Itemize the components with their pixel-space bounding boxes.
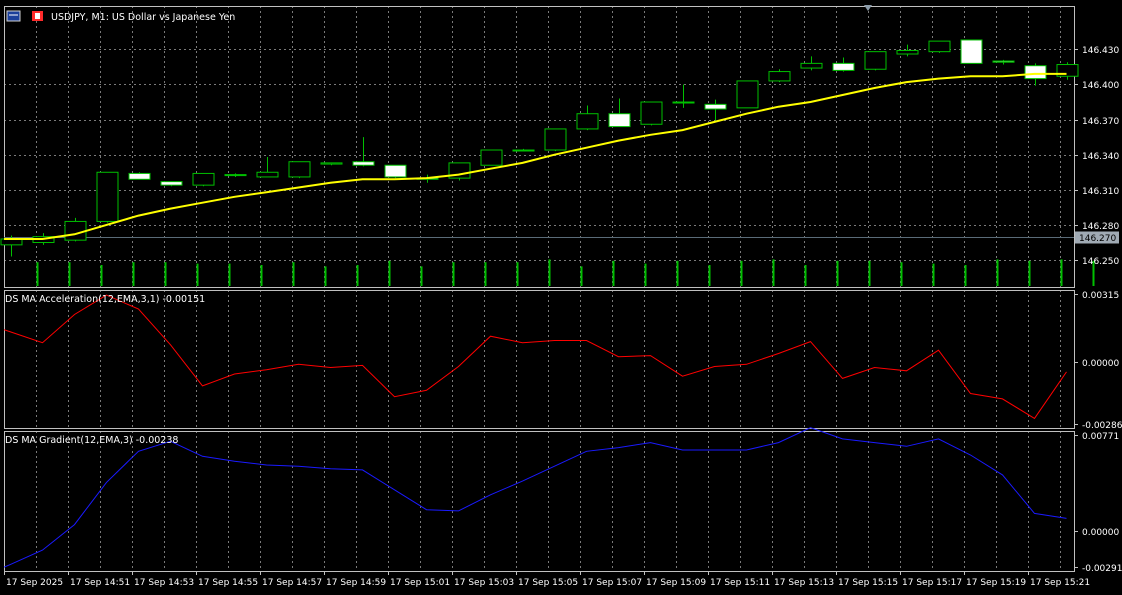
acceleration-panel-title: DS MA Acceleration(12,EMA,3,1) -0.00151: [5, 294, 205, 305]
candle-body: [385, 165, 406, 177]
candle-body: [865, 52, 886, 70]
candle-body: [65, 221, 86, 240]
time-tick-label: 17 Sep 14:53: [134, 578, 194, 588]
time-tick-label: 17 Sep 15:09: [646, 578, 706, 588]
candle-body: [289, 162, 310, 177]
candle-body: [737, 81, 758, 108]
candle-body: [97, 172, 118, 221]
candle-body: [225, 175, 246, 176]
time-tick-label: 17 Sep 14:51: [70, 578, 130, 588]
chart-window-icon: [7, 11, 20, 21]
candle-body: [897, 50, 918, 54]
candle[interactable]: [449, 163, 470, 181]
time-tick-label: 17 Sep 15:13: [774, 578, 834, 588]
candle-body: [545, 129, 566, 150]
time-tick-label: 17 Sep 15:05: [518, 578, 578, 588]
candle[interactable]: [737, 81, 758, 108]
candle-body: [161, 182, 182, 186]
acceleration-tick-label: -0.00286: [1082, 421, 1122, 431]
time-tick-label: 17 Sep 15:11: [710, 578, 770, 588]
candle-chart-icon-inner: [35, 13, 40, 19]
candle-body: [641, 102, 662, 124]
acceleration-tick-label: 0.00000: [1082, 359, 1119, 369]
time-tick-label: 17 Sep 14:57: [262, 578, 322, 588]
candle[interactable]: [641, 102, 662, 125]
time-tick-label: 17 Sep 2025: [6, 578, 63, 588]
candle-body: [801, 63, 822, 68]
time-tick-label: 17 Sep 15:17: [902, 578, 962, 588]
candle[interactable]: [545, 129, 566, 151]
candle[interactable]: [193, 173, 214, 186]
price-tick-label: 146.310: [1082, 187, 1119, 197]
current-price-label: 146.270: [1079, 234, 1116, 244]
candle[interactable]: [865, 52, 886, 71]
candle-body: [929, 41, 950, 52]
candle[interactable]: [481, 150, 502, 165]
candle[interactable]: [65, 218, 86, 241]
candle[interactable]: [129, 172, 150, 179]
candle[interactable]: [161, 182, 182, 187]
time-tick-label: 17 Sep 15:15: [838, 578, 898, 588]
chart-root[interactable]: 146.430 146.400 146.370 146.340 146.310 146.2…: [0, 0, 1122, 591]
symbol-title: USDJPY, M1: US Dollar vs Japanese Yen: [51, 12, 235, 23]
candle-body: [961, 40, 982, 63]
candle[interactable]: [385, 165, 406, 178]
candle-body: [513, 150, 534, 151]
time-tick-label: 17 Sep 15:07: [582, 578, 642, 588]
time-tick-label: 17 Sep 15:03: [454, 578, 514, 588]
candle-body: [353, 162, 374, 166]
acceleration-tick-label: 0.00315: [1082, 291, 1119, 301]
candle-body: [705, 104, 726, 109]
candle[interactable]: [97, 172, 118, 222]
candle-body: [321, 163, 342, 164]
candle-body: [673, 102, 694, 103]
candle-body: [769, 72, 790, 81]
price-tick-label: 146.370: [1082, 117, 1119, 127]
price-tick-label: 146.280: [1082, 222, 1119, 232]
gradient-tick-label: 0.00000: [1082, 528, 1119, 538]
time-tick-label: 17 Sep 14:59: [326, 578, 386, 588]
candle-body: [193, 173, 214, 185]
time-tick-label: 17 Sep 14:55: [198, 578, 258, 588]
candle-body: [129, 173, 150, 179]
price-tick-label: 146.430: [1082, 46, 1119, 56]
price-tick-label: 146.400: [1082, 81, 1119, 91]
price-tick-label: 146.340: [1082, 152, 1119, 162]
candle-body: [833, 63, 854, 70]
candle[interactable]: [769, 69, 790, 82]
gradient-panel-title: DS MA Gradient(12,EMA,3) -0.00238: [5, 435, 178, 446]
candle-body: [993, 61, 1014, 62]
time-tick-label: 17 Sep 15:19: [966, 578, 1026, 588]
candle-body: [257, 172, 278, 177]
candle[interactable]: [929, 41, 950, 53]
price-tick-label: 146.250: [1082, 257, 1119, 267]
candle-body: [481, 150, 502, 165]
candle-body: [609, 114, 630, 127]
time-tick-label: 17 Sep 15:21: [1030, 578, 1090, 588]
gradient-tick-label: -0.00291: [1082, 564, 1122, 574]
candle-body: [577, 114, 598, 129]
candle[interactable]: [289, 162, 310, 178]
time-tick-label: 17 Sep 15:01: [390, 578, 450, 588]
gradient-tick-label: 0.00771: [1082, 432, 1119, 442]
chart-svg[interactable]: 146.430 146.400 146.370 146.340 146.310 146.2…: [0, 0, 1122, 591]
candle[interactable]: [961, 40, 982, 63]
candle-body: [1025, 66, 1046, 79]
